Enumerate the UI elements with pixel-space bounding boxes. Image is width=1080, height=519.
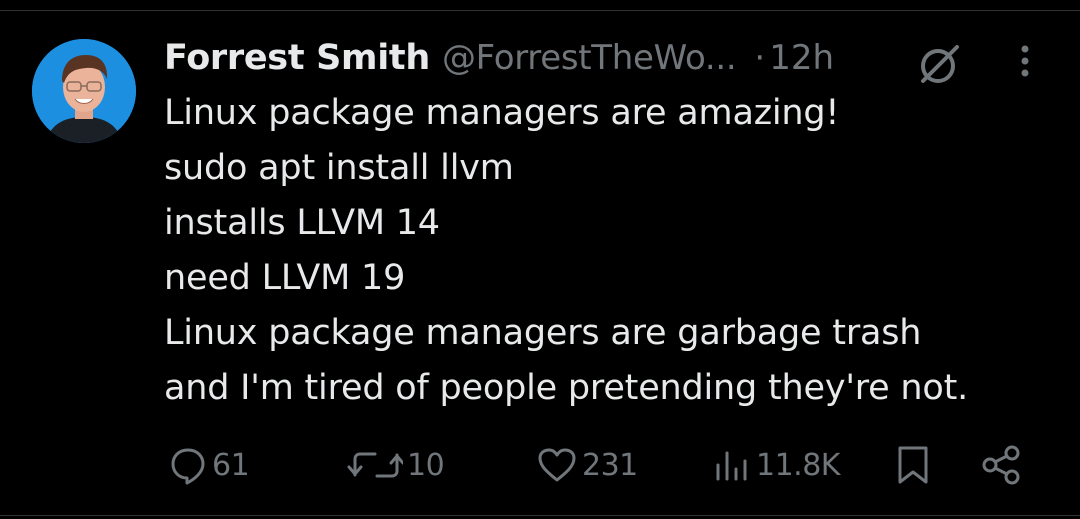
share-icon xyxy=(980,443,1024,487)
bottom-divider xyxy=(0,515,1080,516)
reply-button[interactable]: 61 xyxy=(168,440,250,490)
reply-count: 61 xyxy=(212,447,250,483)
tweet-line: installs LLVM 14 xyxy=(164,203,440,243)
like-count: 231 xyxy=(582,447,638,483)
bookmark-icon xyxy=(893,444,933,486)
separator-dot: · xyxy=(754,38,766,78)
views-count: 11.8K xyxy=(756,447,840,483)
views-button[interactable]: 11.8K xyxy=(712,440,840,490)
speech-bubble-icon xyxy=(168,445,208,485)
tweet-line: Linux package managers are amazing! xyxy=(164,93,840,133)
action-bar: 61 10 231 11.8K xyxy=(0,440,1080,490)
share-button[interactable] xyxy=(980,440,1024,490)
bookmark-button[interactable] xyxy=(893,440,933,490)
author-name[interactable]: Forrest Smith xyxy=(164,38,430,78)
tweet-line: need LLVM 19 xyxy=(164,258,406,298)
more-vertical-icon[interactable] xyxy=(1010,42,1040,82)
tweet-line: sudo apt install llvm xyxy=(164,148,514,188)
timestamp[interactable]: 12h xyxy=(769,38,834,78)
author-handle[interactable]: @ForrestTheWo... xyxy=(442,38,737,78)
tweet-line: and I'm tired of people pretending they'… xyxy=(164,368,969,408)
tweet-line: Linux package managers are garbage trash xyxy=(164,313,922,353)
tweet-header: Forrest Smith @ForrestTheWo... · 12h xyxy=(164,34,834,82)
top-divider xyxy=(0,10,1080,11)
repost-button[interactable]: 10 xyxy=(347,440,445,490)
repost-arrows-icon xyxy=(347,445,403,485)
like-button[interactable]: 231 xyxy=(536,440,638,490)
avatar[interactable] xyxy=(32,39,136,143)
heart-icon xyxy=(536,445,578,485)
bar-chart-icon xyxy=(712,445,752,485)
repost-count: 10 xyxy=(407,447,445,483)
tweet-text: Linux package managers are amazing! sudo… xyxy=(164,86,1064,416)
grok-icon[interactable] xyxy=(917,43,961,87)
